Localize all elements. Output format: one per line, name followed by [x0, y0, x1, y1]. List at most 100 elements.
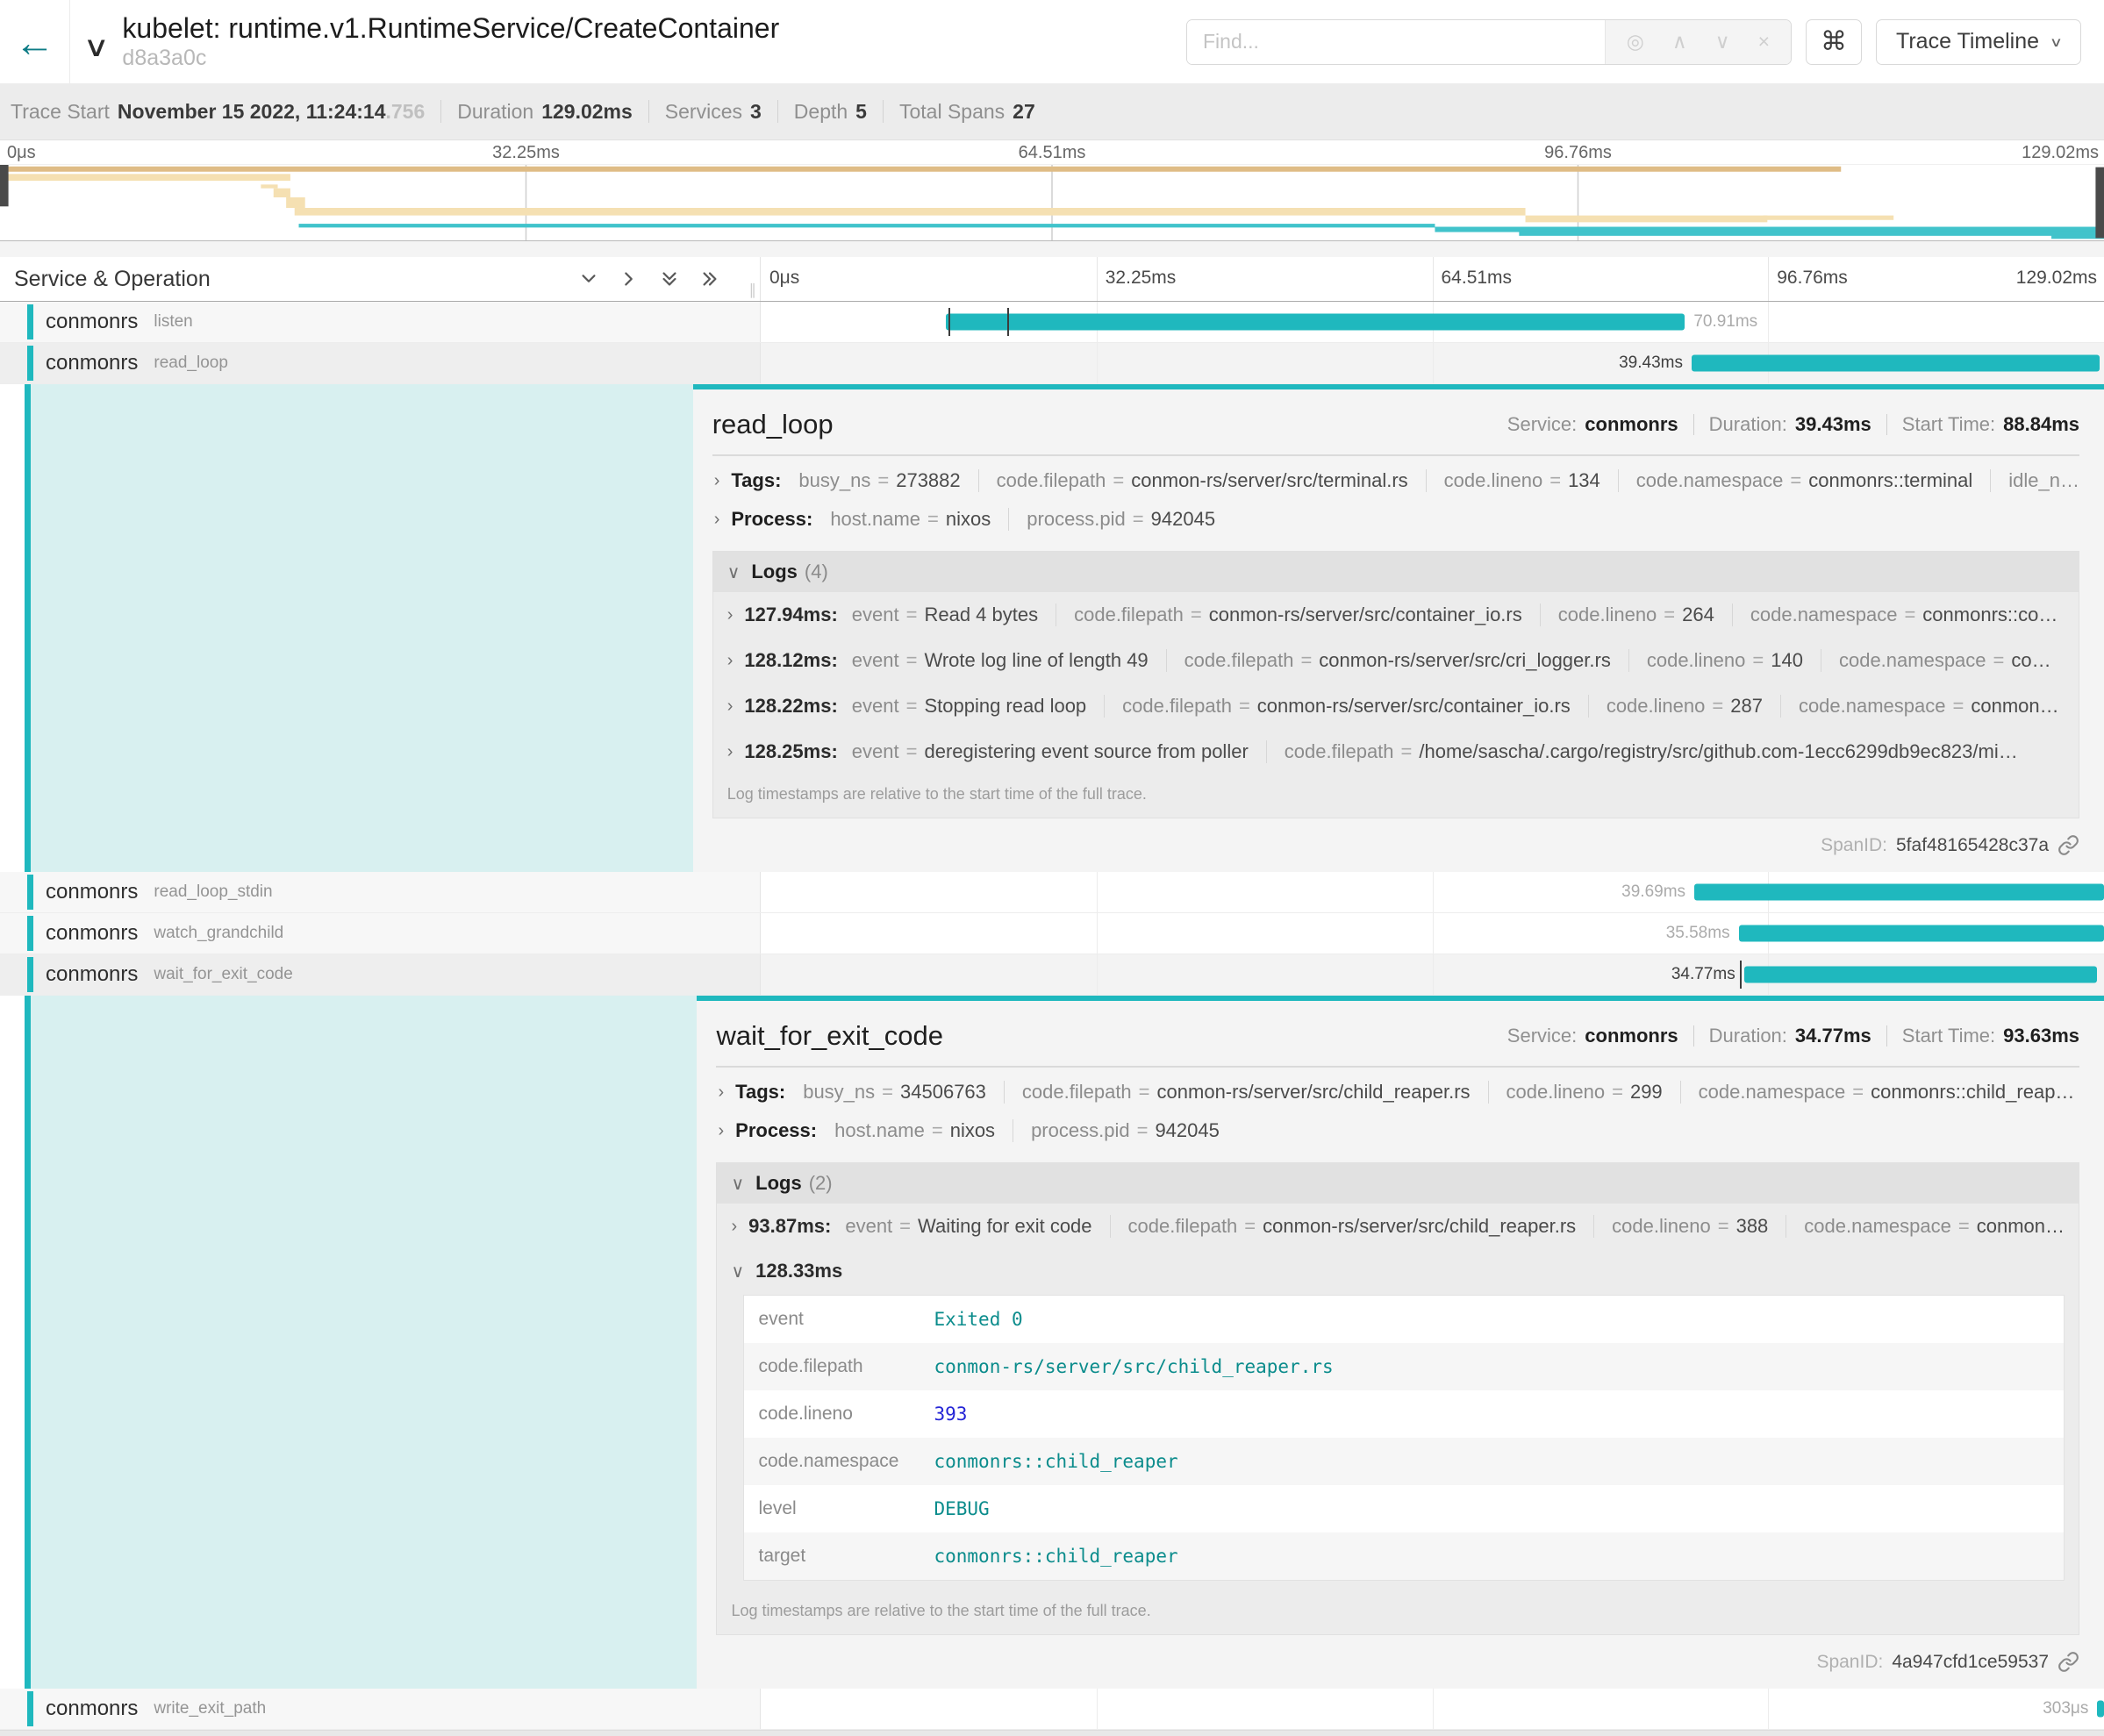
log-entry[interactable]: ›128.12ms:event=Wrote log line of length… — [713, 638, 2079, 683]
tag-item: code.filepath=/home/sascha/.cargo/regist… — [1266, 740, 2018, 763]
span-detail-row: wait_for_exit_code Service:conmonrsDurat… — [0, 996, 2104, 1689]
expand-one-icon[interactable] — [619, 269, 639, 289]
table-row: code.filepathconmon-rs/server/src/child_… — [744, 1343, 2064, 1390]
equals-sign: = — [906, 740, 918, 763]
span-track[interactable]: 70.91ms — [760, 302, 2104, 342]
keyboard-shortcuts-button[interactable]: ⌘ — [1806, 19, 1862, 65]
trace-minimap[interactable] — [0, 164, 2104, 241]
arrow-left-icon: ← — [15, 18, 55, 66]
span-name-cell[interactable]: conmonrs listen — [0, 302, 760, 342]
span-row[interactable]: conmonrs read_loop 39.43ms — [0, 343, 2104, 384]
tag-value: Wrote log line of length 49 — [924, 649, 1148, 672]
minimap-left-handle[interactable] — [0, 165, 9, 206]
equals-sign: = — [1790, 469, 1801, 492]
span-bar[interactable] — [1744, 967, 2098, 983]
summary-label: Services — [665, 100, 742, 123]
tag-item: code.lineno=140 — [1628, 649, 1803, 672]
span-row[interactable]: conmonrs listen 70.91ms — [0, 302, 2104, 343]
service-operation-header: Service & Operation — [14, 267, 211, 292]
field-key: code.lineno — [758, 1404, 934, 1425]
span-bar[interactable] — [1694, 884, 2104, 901]
span-row[interactable]: conmonrs wait_for_exit_code 34.77ms — [0, 954, 2104, 996]
span-row[interactable]: conmonrs write_exit_path 303μs — [0, 1689, 2104, 1730]
span-track[interactable]: 35.58ms — [760, 913, 2104, 954]
deep-link-icon[interactable] — [2057, 834, 2079, 856]
span-row[interactable]: conmonrs watch_grandchild 35.58ms — [0, 913, 2104, 954]
column-resizer[interactable]: ∥ — [749, 282, 757, 299]
log-entry[interactable]: ›128.22ms:event=Stopping read loopcode.f… — [713, 683, 2079, 729]
minimap-span-bar — [6, 174, 290, 181]
log-timestamp: 128.12ms: — [744, 649, 837, 672]
equals-sign: = — [899, 1215, 911, 1238]
find-input[interactable] — [1187, 20, 1605, 64]
tag-item: event=deregistering event source from po… — [852, 740, 1249, 763]
tags-accordion[interactable]: › Tags: busy_ns=34506763code.filepath=co… — [716, 1073, 2079, 1111]
span-track[interactable]: 39.69ms — [760, 872, 2104, 912]
collapse-trace-icon[interactable]: ∨ — [82, 30, 109, 63]
span-track[interactable]: 303μs — [760, 1689, 2104, 1729]
logs-note: Log timestamps are relative to the start… — [713, 775, 2079, 818]
deep-link-icon[interactable] — [2057, 1651, 2079, 1673]
span-track[interactable]: 39.43ms — [760, 343, 2104, 383]
equals-sign: = — [1133, 508, 1144, 531]
tag-key: code.filepath — [1285, 740, 1394, 763]
separator — [440, 100, 441, 123]
time-tick-label: 96.76ms — [1544, 143, 1612, 163]
span-row[interactable]: conmonrs read_loop_stdin 39.69ms — [0, 872, 2104, 913]
operation-name: watch_grandchild — [154, 924, 283, 943]
tags-label: Tags: — [731, 469, 781, 492]
separator — [648, 100, 649, 123]
tag-value: conmonrs::terminal — [1808, 469, 1972, 492]
log-entry[interactable]: ›128.25ms:event=deregistering event sour… — [713, 729, 2079, 775]
back-button[interactable]: ← — [0, 0, 70, 83]
prev-result-icon[interactable]: ∧ — [1672, 30, 1687, 54]
tags-accordion[interactable]: › Tags: busy_ns=273882code.filepath=conm… — [712, 461, 2079, 500]
span-name-cell[interactable]: conmonrs wait_for_exit_code — [0, 954, 760, 995]
trace-summary-bar: Trace StartNovember 15 2022, 11:24:14.75… — [0, 83, 2104, 140]
tag-item: code.filepath=conmon-rs/server/src/child… — [1004, 1081, 1471, 1104]
tag-key: code.filepath — [997, 469, 1106, 492]
view-selector-button[interactable]: Trace Timeline ∨ — [1876, 19, 2081, 65]
service-color-accent — [27, 304, 33, 339]
span-bar[interactable] — [946, 314, 1685, 331]
logs-accordion[interactable]: ∨ Logs (2) — [717, 1163, 2079, 1204]
expand-all-icon[interactable] — [700, 269, 719, 289]
equals-sign: = — [1953, 695, 1964, 718]
summary-item: Trace StartNovember 15 2022, 11:24:14.75… — [11, 100, 425, 124]
clear-search-icon[interactable]: × — [1758, 30, 1770, 54]
process-accordion[interactable]: › Process: host.name=nixosprocess.pid=94… — [716, 1111, 2079, 1150]
span-bar[interactable] — [2097, 1701, 2104, 1718]
equals-sign: = — [932, 1119, 943, 1142]
chevron-down-icon: ∨ — [2050, 34, 2063, 50]
span-name-cell[interactable]: conmonrs read_loop_stdin — [0, 872, 760, 912]
tag-item: code.filepath=conmon-rs/server/src/cri_l… — [1166, 649, 1611, 672]
tag-value: conmon-rs/server/src/container_io.rs — [1257, 695, 1571, 718]
span-duration-label: 70.91ms — [1685, 312, 1757, 332]
detail-meta-item: Duration:39.43ms — [1709, 413, 1871, 436]
separator — [1886, 414, 1887, 435]
log-entry[interactable]: ›127.94ms:event=Read 4 bytescode.filepat… — [713, 592, 2079, 638]
span-name-cell[interactable]: conmonrs read_loop — [0, 343, 760, 383]
span-track[interactable]: 34.77ms — [760, 954, 2104, 995]
detail-meta-label: Start Time: — [1902, 1025, 1995, 1047]
minimap-right-handle[interactable] — [2095, 168, 2104, 239]
chevron-right-icon: › — [714, 510, 720, 530]
tags-label: Tags: — [735, 1081, 785, 1104]
log-entry[interactable]: ›93.87ms:event=Waiting for exit codecode… — [717, 1204, 2079, 1249]
collapse-all-icon[interactable] — [660, 269, 679, 289]
chevron-down-icon: ∨ — [727, 561, 741, 583]
span-name-cell[interactable]: conmonrs write_exit_path — [0, 1689, 760, 1729]
minimap-span-bar — [0, 167, 1841, 172]
locate-icon[interactable]: ◎ — [1627, 30, 1644, 54]
process-label: Process: — [731, 508, 812, 531]
span-name-cell[interactable]: conmonrs watch_grandchild — [0, 913, 760, 954]
collapse-one-icon[interactable] — [579, 269, 598, 289]
equals-sign: = — [906, 695, 918, 718]
span-bar[interactable] — [1739, 925, 2104, 942]
logs-accordion[interactable]: ∨ Logs (4) — [713, 552, 2079, 592]
process-accordion[interactable]: › Process: host.name=nixosprocess.pid=94… — [712, 500, 2079, 539]
span-bar[interactable] — [1692, 355, 2100, 372]
expanded-log-entry[interactable]: ∨128.33ms — [717, 1249, 2079, 1286]
field-value: Exited 0 — [934, 1309, 1022, 1330]
next-result-icon[interactable]: ∨ — [1715, 30, 1730, 54]
